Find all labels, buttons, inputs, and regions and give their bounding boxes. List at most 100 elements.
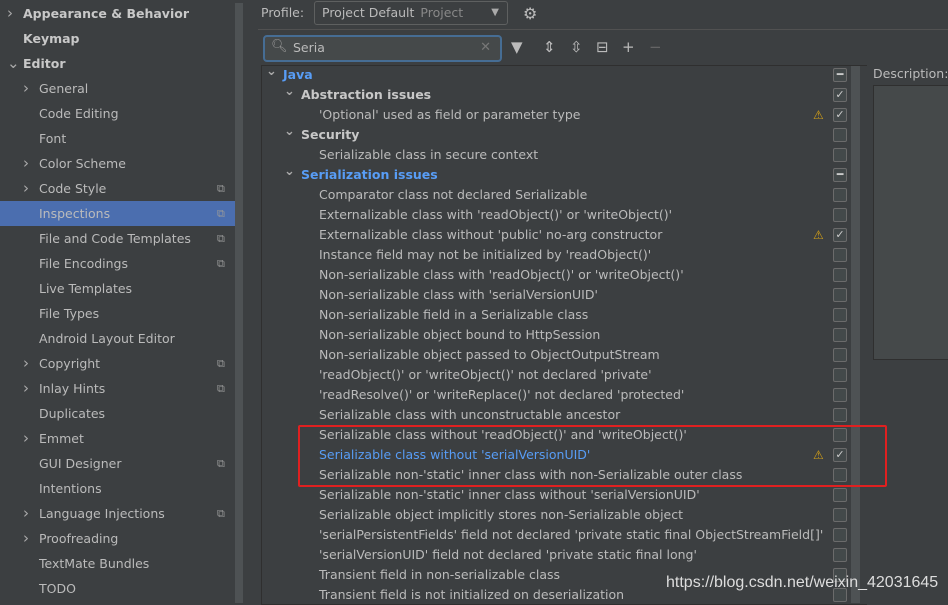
inspection-row[interactable]: Serializable object implicitly stores no… [262, 505, 850, 525]
enable-checkbox[interactable] [833, 508, 847, 522]
sidebar-item-proofreading[interactable]: › Proofreading [0, 526, 235, 551]
collapse-all-icon[interactable]: ⇳ [570, 38, 583, 56]
sidebar-item-code-editing[interactable]: Code Editing [0, 101, 235, 126]
enable-checkbox[interactable] [833, 488, 847, 502]
sidebar-item-intentions[interactable]: Intentions [0, 476, 235, 501]
inspection-row[interactable]: Serializable class with unconstructable … [262, 405, 850, 425]
sidebar-item-inlay-hints[interactable]: › Inlay Hints ⧉ [0, 376, 235, 401]
search-input[interactable] [293, 40, 473, 55]
enable-checkbox[interactable]: ✓ [833, 88, 847, 102]
add-icon[interactable]: + [622, 38, 635, 56]
sidebar-item-code-style[interactable]: › Code Style ⧉ [0, 176, 235, 201]
tree-group[interactable]: ⌄ Java ━ [262, 62, 850, 85]
clear-icon[interactable]: ✕ [480, 40, 491, 55]
sidebar-item-live-templates[interactable]: Live Templates [0, 276, 235, 301]
chevron-down-icon[interactable]: ⌄ [7, 51, 20, 76]
enable-checkbox[interactable] [833, 408, 847, 422]
tree-group[interactable]: ⌄ Abstraction issues ✓ [262, 82, 850, 105]
enable-checkbox[interactable] [833, 548, 847, 562]
inspection-row[interactable]: Serializable class in secure context [262, 145, 850, 165]
gear-icon[interactable]: ⚙ [523, 4, 537, 23]
sidebar-item-keymap[interactable]: Keymap [0, 26, 235, 51]
inspection-row[interactable]: Serializable class without 'serialVersio… [262, 445, 850, 465]
inspection-row[interactable]: Serializable non-'static' inner class wi… [262, 485, 850, 505]
inspection-row[interactable]: Externalizable class with 'readObject()'… [262, 205, 850, 225]
tree-group[interactable]: ⌄ Security [262, 122, 850, 145]
inspection-row[interactable]: Non-serializable object bound to HttpSes… [262, 325, 850, 345]
sidebar-item-todo[interactable]: TODO [0, 576, 235, 601]
sidebar-item-copyright[interactable]: › Copyright ⧉ [0, 351, 235, 376]
enable-checkbox[interactable] [833, 368, 847, 382]
sidebar-item-font[interactable]: Font [0, 126, 235, 151]
enable-checkbox[interactable]: ✓ [833, 108, 847, 122]
inspection-row[interactable]: Serializable non-'static' inner class wi… [262, 465, 850, 485]
enable-checkbox[interactable] [833, 208, 847, 222]
inspection-row[interactable]: 'serialPersistentFields' field not decla… [262, 525, 850, 545]
sidebar-item-color-scheme[interactable]: › Color Scheme [0, 151, 235, 176]
enable-checkbox[interactable]: ✓ [833, 448, 847, 462]
enable-checkbox[interactable] [833, 528, 847, 542]
chevron-down-icon[interactable]: ⌄ [284, 162, 295, 182]
inspection-row[interactable]: Non-serializable class with 'readObject(… [262, 265, 850, 285]
sidebar-item-language-injections[interactable]: › Language Injections ⧉ [0, 501, 235, 526]
sidebar-item-appearance-behavior[interactable]: › Appearance & Behavior [0, 1, 235, 26]
search-field[interactable]: 🔍︎ ✕ [263, 35, 502, 62]
inspection-row[interactable]: Non-serializable object passed to Object… [262, 345, 850, 365]
chevron-down-icon[interactable]: ⌄ [284, 122, 295, 142]
sidebar-item-inspections[interactable]: Inspections ⧉ [0, 201, 243, 226]
sidebar-item-editor[interactable]: ⌄ Editor [0, 51, 235, 76]
chevron-right-icon[interactable]: › [23, 151, 29, 176]
reset-icon[interactable]: ⊟ [596, 38, 609, 56]
filter-icon[interactable]: ▼ [511, 38, 523, 56]
sidebar-item-duplicates[interactable]: Duplicates [0, 401, 235, 426]
inspection-row[interactable]: Serializable class without 'readObject()… [262, 425, 850, 445]
enable-checkbox[interactable] [833, 308, 847, 322]
sidebar-item-file-types[interactable]: File Types [0, 301, 235, 326]
enable-checkbox[interactable] [833, 328, 847, 342]
enable-checkbox[interactable]: ━ [833, 168, 847, 182]
sidebar-item-file-encodings[interactable]: File Encodings ⧉ [0, 251, 235, 276]
profile-dropdown[interactable]: Project Default Project ▼ [314, 1, 508, 25]
enable-checkbox[interactable] [833, 468, 847, 482]
sidebar-item-emmet[interactable]: › Emmet [0, 426, 235, 451]
chevron-down-icon[interactable]: ⌄ [266, 62, 277, 82]
enable-checkbox[interactable] [833, 348, 847, 362]
inspection-row[interactable]: 'readResolve()' or 'writeReplace()' not … [262, 385, 850, 405]
enable-checkbox[interactable] [833, 268, 847, 282]
remove-icon[interactable]: − [649, 38, 662, 56]
enable-checkbox[interactable] [833, 388, 847, 402]
chevron-right-icon[interactable]: › [23, 526, 29, 551]
tree-scrollbar[interactable] [851, 66, 860, 603]
sidebar-item-textmate-bundles[interactable]: TextMate Bundles [0, 551, 235, 576]
chevron-down-icon[interactable]: ⌄ [284, 82, 295, 102]
sidebar-item-gui-designer[interactable]: GUI Designer ⧉ [0, 451, 235, 476]
inspection-row[interactable]: Non-serializable class with 'serialVersi… [262, 285, 850, 305]
inspection-row[interactable]: Externalizable class without 'public' no… [262, 225, 850, 245]
enable-checkbox[interactable] [833, 188, 847, 202]
inspection-row[interactable]: Non-serializable field in a Serializable… [262, 305, 850, 325]
chevron-right-icon[interactable]: › [23, 426, 29, 451]
tree-group[interactable]: ⌄ Serialization issues ━ [262, 162, 850, 185]
chevron-right-icon[interactable]: › [23, 501, 29, 526]
enable-checkbox[interactable] [833, 248, 847, 262]
enable-checkbox[interactable] [833, 288, 847, 302]
chevron-right-icon[interactable]: › [23, 76, 29, 101]
sidebar-item-file-and-code-templates[interactable]: File and Code Templates ⧉ [0, 226, 235, 251]
enable-checkbox[interactable] [833, 428, 847, 442]
enable-checkbox[interactable] [833, 128, 847, 142]
chevron-right-icon[interactable]: › [23, 376, 29, 401]
inspection-row[interactable]: 'Optional' used as field or parameter ty… [262, 105, 850, 125]
chevron-right-icon[interactable]: › [7, 1, 13, 26]
chevron-right-icon[interactable]: › [23, 351, 29, 376]
sidebar-item-android-layout-editor[interactable]: Android Layout Editor [0, 326, 235, 351]
enable-checkbox[interactable]: ✓ [833, 228, 847, 242]
expand-all-icon[interactable]: ⇕ [543, 38, 556, 56]
enable-checkbox[interactable]: ━ [833, 68, 847, 82]
inspection-row[interactable]: 'serialVersionUID' field not declared 'p… [262, 545, 850, 565]
inspection-row[interactable]: Comparator class not declared Serializab… [262, 185, 850, 205]
inspection-row[interactable]: 'readObject()' or 'writeObject()' not de… [262, 365, 850, 385]
sidebar-item-general[interactable]: › General [0, 76, 235, 101]
enable-checkbox[interactable] [833, 148, 847, 162]
sidebar-scrollbar[interactable] [235, 3, 243, 603]
inspection-row[interactable]: Instance field may not be initialized by… [262, 245, 850, 265]
